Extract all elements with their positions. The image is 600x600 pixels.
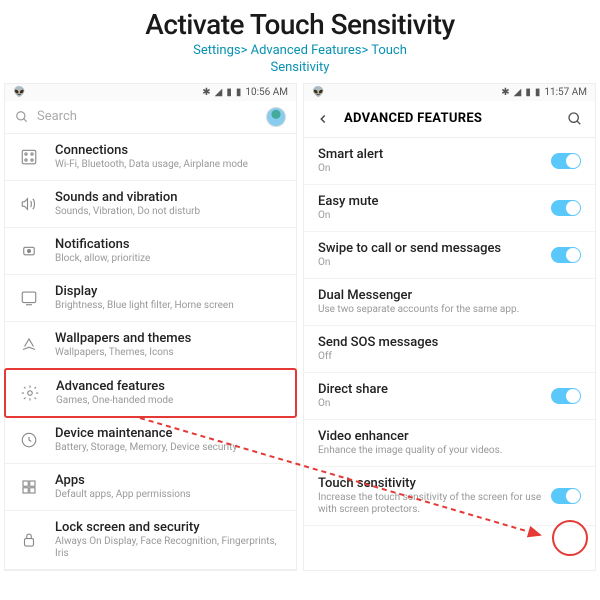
item-subtitle: On [318, 257, 551, 269]
item-subtitle: Wallpapers, Themes, Icons [55, 347, 284, 359]
settings-screen: 👽 ✱ ◢ ▮ ▮ 10:56 AM Search ConnectionsWi-… [4, 83, 297, 571]
page-header: Activate Touch Sensitivity Settings> Adv… [0, 0, 600, 83]
settings-item-lock-screen-and-security[interactable]: Lock screen and securityAlways On Displa… [5, 511, 296, 570]
settings-item-advanced-features[interactable]: Advanced featuresGames, One-handed mode [4, 368, 297, 418]
search-placeholder: Search [37, 109, 266, 124]
item-subtitle: Block, allow, prioritize [55, 253, 284, 265]
item-subtitle: Use two separate accounts for the same a… [318, 304, 581, 316]
item-icon [17, 242, 41, 260]
item-label: Easy mute [318, 194, 551, 209]
item-subtitle: On [318, 210, 551, 222]
screen-title: ADVANCED FEATURES [344, 111, 567, 126]
toggle-switch[interactable] [551, 200, 581, 216]
item-subtitle: Games, One-handed mode [56, 395, 283, 407]
settings-item-apps[interactable]: AppsDefault apps, App permissions [5, 464, 296, 511]
item-label: Wallpapers and themes [55, 331, 284, 346]
feature-item-swipe-to-call-or-send-messages[interactable]: Swipe to call or send messagesOn [304, 232, 595, 279]
feature-item-smart-alert[interactable]: Smart alertOn [304, 138, 595, 185]
feature-item-direct-share[interactable]: Direct shareOn [304, 373, 595, 420]
screen-header: ADVANCED FEATURES [304, 101, 595, 138]
item-icon [17, 289, 41, 307]
search-icon [15, 110, 29, 124]
battery-icon: ▮ [535, 87, 541, 98]
feature-item-easy-mute[interactable]: Easy muteOn [304, 185, 595, 232]
item-icon [17, 336, 41, 354]
item-label: Send SOS messages [318, 335, 581, 350]
item-label: Advanced features [56, 379, 283, 394]
item-icon [17, 478, 41, 496]
item-label: Swipe to call or send messages [318, 241, 551, 256]
item-icon [17, 148, 41, 166]
item-subtitle: Default apps, App permissions [55, 489, 284, 501]
status-bar: 👽 ✱ ◢ ▮ ▮ 10:56 AM [5, 84, 296, 101]
avatar[interactable] [266, 107, 286, 127]
toggle-switch[interactable] [551, 488, 581, 504]
item-label: Connections [55, 143, 284, 158]
item-label: Display [55, 284, 284, 299]
item-label: Device maintenance [55, 426, 284, 441]
toggle-switch[interactable] [551, 153, 581, 169]
item-subtitle: Increase the touch sensitivity of the sc… [318, 492, 551, 516]
reddit-icon: 👽 [312, 87, 324, 98]
reddit-icon: 👽 [13, 87, 25, 98]
clock-text: 10:56 AM [245, 87, 288, 98]
settings-item-wallpapers-and-themes[interactable]: Wallpapers and themesWallpapers, Themes,… [5, 322, 296, 369]
item-icon [17, 531, 41, 549]
wifi-icon: ◢ [215, 87, 223, 98]
settings-item-notifications[interactable]: NotificationsBlock, allow, prioritize [5, 228, 296, 275]
page-title: Activate Touch Sensitivity [0, 8, 600, 41]
item-subtitle: Always On Display, Face Recognition, Fin… [55, 536, 284, 560]
item-label: Dual Messenger [318, 288, 581, 303]
item-subtitle: Battery, Storage, Memory, Device securit… [55, 442, 284, 454]
feature-item-send-sos-messages[interactable]: Send SOS messagesOff [304, 326, 595, 373]
clock-text: 11:57 AM [544, 87, 587, 98]
item-label: Touch sensitivity [318, 476, 551, 491]
status-bar: 👽 ✱ ◢ ▮ ▮ 11:57 AM [304, 84, 595, 101]
search-icon[interactable] [567, 111, 583, 127]
toggle-switch[interactable] [551, 247, 581, 263]
settings-item-display[interactable]: DisplayBrightness, Blue light filter, Ho… [5, 275, 296, 322]
item-icon [17, 195, 41, 213]
item-subtitle: Enhance the image quality of your videos… [318, 445, 581, 457]
toggle-switch[interactable] [551, 388, 581, 404]
item-icon [18, 384, 42, 402]
breadcrumb: Settings> Advanced Features> Touch Sensi… [0, 43, 600, 77]
item-subtitle: On [318, 398, 551, 410]
settings-item-sounds-and-vibration[interactable]: Sounds and vibrationSounds, Vibration, D… [5, 181, 296, 228]
signal-icon: ▮ [525, 87, 531, 98]
item-icon [17, 431, 41, 449]
signal-icon: ▮ [226, 87, 232, 98]
item-subtitle: Off [318, 351, 581, 363]
item-label: Smart alert [318, 147, 551, 162]
item-subtitle: On [318, 163, 551, 175]
item-label: Notifications [55, 237, 284, 252]
item-subtitle: Brightness, Blue light filter, Home scre… [55, 300, 284, 312]
bluetooth-icon: ✱ [501, 87, 509, 98]
settings-item-connections[interactable]: ConnectionsWi-Fi, Bluetooth, Data usage,… [5, 134, 296, 181]
feature-item-touch-sensitivity[interactable]: Touch sensitivityIncrease the touch sens… [304, 467, 595, 526]
wifi-icon: ◢ [514, 87, 522, 98]
item-label: Direct share [318, 382, 551, 397]
back-icon[interactable] [316, 112, 330, 126]
feature-item-video-enhancer[interactable]: Video enhancerEnhance the image quality … [304, 420, 595, 467]
item-subtitle: Sounds, Vibration, Do not disturb [55, 206, 284, 218]
item-label: Lock screen and security [55, 520, 284, 535]
battery-icon: ▮ [236, 87, 242, 98]
feature-item-dual-messenger[interactable]: Dual MessengerUse two separate accounts … [304, 279, 595, 326]
advanced-features-screen: 👽 ✱ ◢ ▮ ▮ 11:57 AM ADVANCED FEATURES Sma… [303, 83, 596, 571]
search-bar[interactable]: Search [5, 101, 296, 134]
item-label: Apps [55, 473, 284, 488]
bluetooth-icon: ✱ [202, 87, 210, 98]
item-label: Sounds and vibration [55, 190, 284, 205]
settings-item-device-maintenance[interactable]: Device maintenanceBattery, Storage, Memo… [5, 417, 296, 464]
item-subtitle: Wi-Fi, Bluetooth, Data usage, Airplane m… [55, 159, 284, 171]
item-label: Video enhancer [318, 429, 581, 444]
